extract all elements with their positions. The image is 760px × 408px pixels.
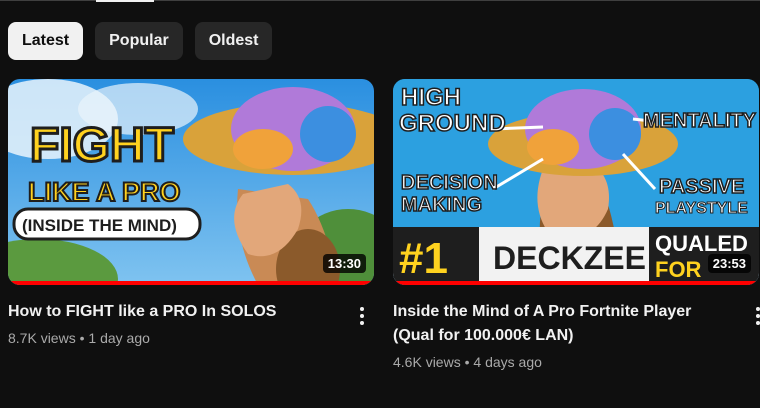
video-card: FIGHT LIKE A PRO (INSIDE THE MIND) 13:30… xyxy=(8,79,374,348)
thumbnail-text-name: DECKZEE xyxy=(493,240,646,276)
thumbnail-text-rank: #1 xyxy=(399,234,448,283)
video-thumbnail[interactable]: FIGHT LIKE A PRO (INSIDE THE MIND) 13:30 xyxy=(8,79,374,285)
watch-progress-bar xyxy=(393,281,759,285)
thumbnail-text-qualed: QUALED xyxy=(655,231,748,256)
view-count: 4.6K views xyxy=(393,354,461,370)
thumbnail-text-ground: GROUND xyxy=(399,110,506,137)
thumbnail-text-inside-the-mind: (INSIDE THE MIND) xyxy=(22,216,177,235)
thumbnail-text-passive: PASSIVE xyxy=(659,176,744,198)
thumbnail-text-playstyle: PLAYSTYLE xyxy=(655,200,748,217)
video-thumbnail[interactable]: HIGH GROUND MENTALITY DECISION MAKING PA… xyxy=(393,79,759,285)
filter-chips: Latest Popular Oldest xyxy=(8,22,273,60)
chip-latest[interactable]: Latest xyxy=(8,22,84,60)
video-duration: 13:30 xyxy=(322,254,366,273)
video-duration: 23:53 xyxy=(707,254,751,273)
chip-popular[interactable]: Popular xyxy=(95,22,183,60)
video-meta: 8.7K views • 1 day ago xyxy=(8,328,374,348)
chip-oldest[interactable]: Oldest xyxy=(194,22,273,60)
thumbnail-text-like-a-pro: LIKE A PRO xyxy=(28,177,181,207)
thumbnail-text-making: MAKING xyxy=(401,194,482,216)
thumbnail-text-fight: FIGHT xyxy=(30,119,174,172)
upload-age: 1 day ago xyxy=(88,330,150,346)
more-actions-icon[interactable] xyxy=(350,304,374,328)
video-card: HIGH GROUND MENTALITY DECISION MAKING PA… xyxy=(393,79,760,372)
thumbnail-text-high: HIGH xyxy=(401,84,461,111)
upload-age: 4 days ago xyxy=(473,354,542,370)
thumbnail-text-decision: DECISION xyxy=(401,172,498,194)
watch-progress-bar xyxy=(8,281,374,285)
view-count: 8.7K views xyxy=(8,330,76,346)
thumbnail-image: FIGHT LIKE A PRO (INSIDE THE MIND) xyxy=(8,79,374,285)
thumbnail-text-for: FOR xyxy=(655,257,702,282)
video-title[interactable]: How to FIGHT like a PRO In SOLOS xyxy=(8,300,338,324)
thumbnail-text-mentality: MENTALITY xyxy=(643,110,757,132)
active-tab-indicator xyxy=(96,0,154,2)
video-title[interactable]: Inside the Mind of A Pro Fortnite Player… xyxy=(393,300,723,348)
more-actions-icon[interactable] xyxy=(746,304,760,328)
thumbnail-image: HIGH GROUND MENTALITY DECISION MAKING PA… xyxy=(393,79,759,285)
video-meta: 4.6K views • 4 days ago xyxy=(393,352,759,372)
